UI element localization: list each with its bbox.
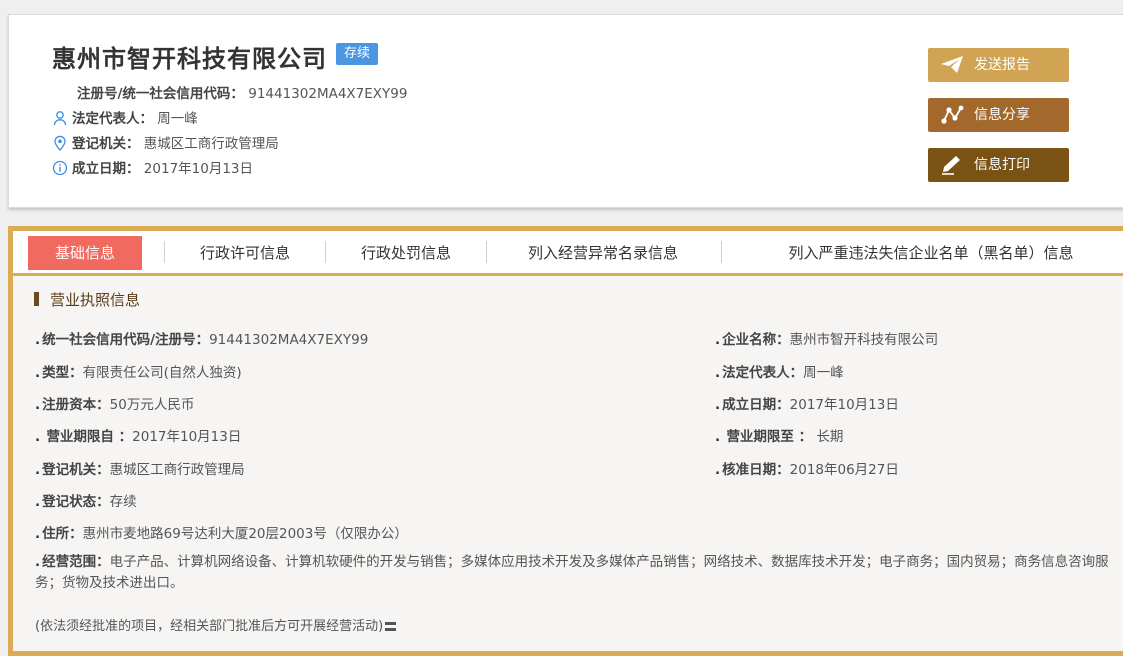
field-term-from: . 营业期限自 ：2017年10月13日 <box>35 429 242 445</box>
info-icon <box>52 160 68 176</box>
company-name: 惠州市智开科技有限公司 <box>52 45 327 73</box>
authority-label: 登记机关： <box>72 136 140 152</box>
tab-divider <box>164 241 165 263</box>
tab-bar: 基础信息 行政许可信息 行政处罚信息 列入经营异常名录信息 列入严重违法失信企业… <box>13 231 1123 276</box>
approval-note-text: (依法须经批准的项目，经相关部门批准后方可开展经营活动) <box>35 619 384 634</box>
field-label: 统一社会信用代码/注册号： <box>42 332 210 348</box>
status-badge: 存续 <box>336 43 378 65</box>
field-approved-date: . 核准日期：2018年06月27日 <box>715 462 899 478</box>
established-value: 2017年10月13日 <box>143 161 254 177</box>
field-value: 91441302MA4X7EXY99 <box>209 332 369 348</box>
field-value: 惠州市智开科技有限公司 <box>789 332 939 348</box>
field-authority: . 登记机关：惠城区工商行政管理局 <box>35 462 245 478</box>
registration-code-value: 91441302MA4X7EXY99 <box>248 86 408 102</box>
authority-row: 登记机关： 惠城区工商行政管理局 <box>52 132 279 152</box>
share-nodes-icon <box>941 105 964 124</box>
pencil-icon <box>942 156 960 175</box>
print-info-label: 信息打印 <box>974 157 1030 173</box>
tab-divider <box>486 241 487 263</box>
field-legal-rep: . 法定代表人：周一峰 <box>715 365 844 381</box>
field-reg-status: . 登记状态：存续 <box>35 494 137 510</box>
section-title-text: 营业执照信息 <box>50 291 141 309</box>
document-icon <box>385 622 397 631</box>
field-term-to: . 营业期限至 ： 长期 <box>715 429 844 445</box>
field-type: . 类型：有限责任公司(自然人独资) <box>35 365 242 381</box>
field-label: 营业期限至 ： <box>726 429 813 445</box>
share-info-label: 信息分享 <box>974 107 1030 123</box>
field-label: 类型： <box>42 365 83 381</box>
tab-blacklist[interactable]: 列入严重违法失信企业名单（黑名单）信息 <box>741 236 1121 270</box>
field-label: 登记机关： <box>42 462 110 478</box>
field-value: 50万元人民币 <box>109 397 195 413</box>
legal-rep-value: 周一峰 <box>157 111 198 127</box>
tab-abnormal-list[interactable]: 列入经营异常名录信息 <box>505 236 701 270</box>
field-label: 登记状态： <box>42 494 110 510</box>
tab-basic-info[interactable]: 基础信息 <box>28 236 142 270</box>
tab-admin-penalty[interactable]: 行政处罚信息 <box>344 236 468 270</box>
field-value: 长期 <box>816 429 844 445</box>
established-row: 成立日期： 2017年10月13日 <box>52 157 253 177</box>
field-value: 惠州市麦地路69号达利大厦20层2003号（仅限办公） <box>82 526 408 542</box>
print-info-button[interactable]: 信息打印 <box>928 148 1069 182</box>
person-icon <box>52 110 68 126</box>
field-label: 经营范围： <box>42 554 110 570</box>
legal-rep-label: 法定代表人： <box>72 111 153 127</box>
section-title: 营业执照信息 <box>34 289 140 310</box>
field-value: 有限责任公司(自然人独资) <box>82 365 242 381</box>
field-label: 成立日期： <box>722 397 790 413</box>
established-label: 成立日期： <box>72 161 140 177</box>
company-header-card: 惠州市智开科技有限公司 存续 注册号/统一社会信用代码： 91441302MA4… <box>8 14 1123 208</box>
tab-admin-license[interactable]: 行政许可信息 <box>183 236 307 270</box>
paper-plane-icon <box>941 56 963 73</box>
field-label: 营业期限自 ： <box>46 429 133 445</box>
field-credit-code: . 统一社会信用代码/注册号：91441302MA4X7EXY99 <box>35 332 369 348</box>
section-marker <box>34 292 39 306</box>
field-address: . 住所：惠州市麦地路69号达利大厦20层2003号（仅限办公） <box>35 526 408 542</box>
tab-divider <box>325 241 326 263</box>
approval-note: (依法须经批准的项目，经相关部门批准后方可开展经营活动) <box>35 615 397 634</box>
field-capital: . 注册资本：50万元人民币 <box>35 397 195 413</box>
registration-code-row: 注册号/统一社会信用代码： 91441302MA4X7EXY99 <box>77 82 407 102</box>
field-label: 核准日期： <box>722 462 790 478</box>
tab-divider <box>721 241 722 263</box>
send-report-label: 发送报告 <box>974 57 1030 73</box>
field-label: 住所： <box>42 526 83 542</box>
field-label: 企业名称： <box>722 332 790 348</box>
share-info-button[interactable]: 信息分享 <box>928 98 1069 132</box>
field-value: 存续 <box>109 494 137 510</box>
field-label: 法定代表人： <box>722 365 804 381</box>
field-value: 2017年10月13日 <box>132 429 242 445</box>
field-value: 电子产品、计算机网络设备、计算机软硬件的开发与销售；多媒体应用技术开发及多媒体产… <box>35 554 1109 591</box>
authority-value: 惠城区工商行政管理局 <box>143 136 279 152</box>
field-company-name: . 企业名称：惠州市智开科技有限公司 <box>715 332 939 348</box>
location-pin-icon <box>52 135 68 151</box>
info-panel: 基础信息 行政许可信息 行政处罚信息 列入经营异常名录信息 列入严重违法失信企业… <box>8 226 1123 656</box>
legal-rep-row: 法定代表人： 周一峰 <box>52 107 198 127</box>
field-value: 惠城区工商行政管理局 <box>109 462 245 478</box>
registration-code-label: 注册号/统一社会信用代码： <box>77 86 244 102</box>
send-report-button[interactable]: 发送报告 <box>928 48 1069 82</box>
field-value: 2017年10月13日 <box>789 397 899 413</box>
field-business-scope: . 经营范围：电子产品、计算机网络设备、计算机软硬件的开发与销售；多媒体应用技术开… <box>35 554 1109 591</box>
field-label: 注册资本： <box>42 397 110 413</box>
field-established: . 成立日期：2017年10月13日 <box>715 397 899 413</box>
field-value: 2018年06月27日 <box>789 462 899 478</box>
field-value: 周一峰 <box>803 365 844 381</box>
